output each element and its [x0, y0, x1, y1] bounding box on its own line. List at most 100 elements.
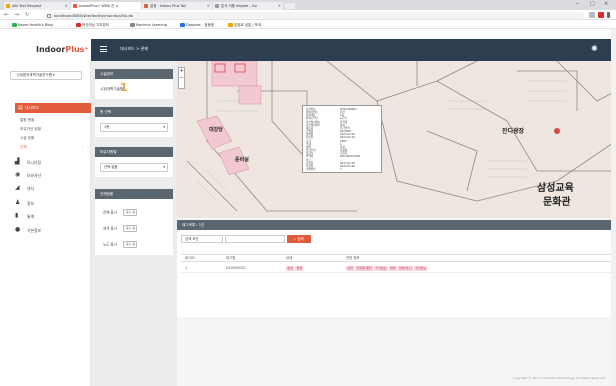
tab-favicon — [144, 4, 148, 8]
status-badge: 정상 — [286, 265, 295, 271]
map-label: 준비실 — [235, 157, 249, 163]
new-tab-button[interactable] — [285, 3, 295, 9]
map-label: 문화관 — [543, 197, 571, 208]
facility-panel: 시설정보 (대)과학기술원 1 — [95, 69, 173, 99]
filter-column: 시설정보 (대)과학기술원 1 층 선택 1층 ▾ 보유자원별 선택 없음 ▾ 관제… — [91, 61, 177, 386]
logo[interactable]: IndoorPlus⁺ — [36, 45, 89, 54]
sidebar-item-dashboard[interactable]: ▤ 대시보드 — [15, 103, 91, 113]
browser-tab-2[interactable]: IndoorPlus+ WMS 관 × — [71, 2, 141, 10]
site-select[interactable]: (대)한국과학기술연구원 ▾ — [10, 71, 82, 80]
toggle-button[interactable]: 표시 중 — [123, 225, 137, 232]
bookmarks-bar: ⋮⋮ Naver Health's Blog 머신러닝 기초강좌 Machine… — [0, 20, 616, 29]
submenu-overview[interactable]: 통합 현황 — [20, 118, 34, 123]
info-value: Y — [340, 167, 342, 171]
submenu-monitor[interactable]: 관제 › — [20, 145, 90, 150]
info-tag[interactable]: 전력계(계열) — [355, 265, 374, 271]
sidebar-item-monitoring[interactable]: ▟ 모니터링 — [15, 158, 41, 166]
close-icon[interactable]: × — [207, 2, 210, 10]
minimize-icon[interactable]: − — [575, 1, 579, 7]
browser-tab-4[interactable]: 분석 이용 degree - Go × — [213, 2, 283, 10]
dropbox-icon — [180, 22, 185, 27]
bookmark-3[interactable]: Machine Learning — [130, 22, 167, 28]
floor-select[interactable]: 1층 ▾ — [100, 123, 168, 132]
breadcrumb: 대시보드 > 관제 — [120, 46, 148, 51]
search-input[interactable] — [225, 235, 285, 243]
info-tag[interactable]: 위치 — [388, 265, 397, 271]
panel-header: 태그목록 : 1건 — [177, 220, 616, 230]
submenu-facility[interactable]: 시설 현황 — [20, 136, 34, 141]
search-button[interactable]: ⌕ 검색 — [287, 235, 311, 243]
sidebar: (대)한국과학기술연구원 ▾ ▤ 대시보드 통합 현황 보유자산 현황 시설 현… — [0, 61, 91, 386]
tag-list-panel: 태그목록 : 1건 검색 조건 ⌕ 검색 태그ID 태그명 상태 관련 정보 1… — [177, 220, 616, 317]
tab-favicon — [6, 4, 10, 8]
maximize-icon[interactable]: □ — [590, 1, 595, 7]
map-marker[interactable] — [554, 128, 560, 134]
lock-icon — [47, 13, 51, 18]
bookmark-2[interactable]: 머신러닝 기초강좌 — [76, 22, 109, 28]
page-scrollbar[interactable] — [611, 29, 616, 386]
sensor-select[interactable]: 선택 없음 ▾ — [100, 163, 168, 172]
menu-icon[interactable] — [607, 12, 610, 18]
toggle-button[interactable]: 표시 중 — [123, 241, 137, 248]
zoom-out-button[interactable]: − — [179, 75, 184, 82]
person-icon: ♟ — [15, 199, 21, 206]
info-value: 2017-03-20 — [340, 164, 356, 168]
info-value: 010-0000-0000 — [340, 155, 361, 159]
search-condition-select[interactable]: 검색 조건 — [181, 235, 223, 243]
close-window-icon[interactable]: × — [604, 1, 608, 7]
cell-status: 정상 운영 — [286, 264, 304, 272]
chevron-down-icon: ▾ — [163, 165, 165, 169]
sidebar-item-sensor[interactable]: ◢ 센서 — [15, 184, 34, 192]
reload-icon[interactable]: ↻ — [25, 12, 29, 18]
toggle-button[interactable]: 표시 중 — [123, 209, 137, 216]
bookmark-1[interactable]: Naver Health's Blog — [12, 22, 53, 28]
zoom-in-button[interactable]: + — [179, 68, 184, 75]
bookmark-icon — [130, 22, 135, 27]
status-badge: 운영 — [295, 265, 304, 271]
bar-icon: ▮ — [15, 212, 19, 219]
sensor-panel: 보유자원별 선택 없음 ▾ — [95, 147, 173, 177]
panel-header: 보유자원별 — [95, 147, 173, 157]
caret-right-icon: › — [82, 145, 84, 149]
status-row: 노드 표시 표시 중 — [103, 241, 137, 248]
status-row: 관제 표시 표시 중 — [103, 209, 137, 216]
info-tag[interactable]: 추가정보 — [374, 265, 388, 271]
browser-tab-3[interactable]: 일정 - Indoor Plus Tail × — [142, 2, 212, 10]
zoom-control: + − — [178, 67, 185, 89]
bookmark-4[interactable]: Dropbox - 정동형 — [180, 22, 214, 28]
column-header: 관련 정보 — [346, 256, 360, 260]
sidebar-item-basic[interactable]: ● 기본정보 — [15, 226, 41, 234]
signal-icon: ◢ — [15, 184, 20, 191]
sidebar-item-assets[interactable]: ◉ 보유자산 — [15, 171, 41, 179]
star-icon[interactable] — [589, 12, 595, 18]
cell-id: 1 — [185, 266, 188, 270]
url-field[interactable]: localhost:8080/site/facility/monitor/lis… — [44, 12, 584, 19]
sidebar-item-stats[interactable]: ▮ 통계 — [15, 212, 34, 220]
tab-favicon — [215, 4, 219, 8]
map-label: 대강당 — [209, 127, 223, 133]
close-icon[interactable]: × — [65, 2, 68, 10]
sidebar-item-info[interactable]: ♟ 정보 — [15, 199, 34, 207]
info-tag[interactable]: 센서(태그) — [397, 265, 414, 271]
top-nav-bar — [91, 39, 616, 61]
back-icon[interactable]: ← — [4, 11, 9, 18]
map-label: 삼성교육 — [537, 183, 574, 194]
browser-tab-1[interactable]: ABI Text Request × — [4, 2, 70, 10]
close-icon[interactable]: × — [278, 2, 281, 10]
info-row: 관제여부 Y — [306, 168, 378, 171]
settings-icon[interactable]: ✺ — [591, 44, 598, 53]
asset-info-popup: 자산번호 D201700001 위치(건물) 본관 위치(층) 1층 위치(구역) A구역 자산… — [302, 105, 382, 173]
table-header: 태그ID 태그명 상태 관련 정보 — [181, 254, 612, 262]
forward-icon[interactable]: → — [14, 11, 19, 18]
map-label: 잔디광장 — [502, 128, 525, 135]
address-bar: ← → ↻ localhost:8080/site/facility/monit… — [0, 10, 616, 20]
bookmark-5[interactable]: 분양로 성일 | 포세 — [228, 22, 261, 28]
info-tag[interactable]: 전력 — [346, 265, 355, 271]
table-row[interactable]: 1 D10000001 정상 운영 전력 전력계(계열) 추가정보 위치 센서(태그) 기타… — [181, 264, 612, 273]
submenu-assets[interactable]: 보유자산 현황 — [20, 127, 41, 132]
hamburger-icon[interactable] — [100, 46, 107, 54]
status-row: 센서 표시 표시 중 — [103, 225, 137, 232]
info-tag[interactable]: 기타정보 — [414, 265, 428, 271]
extension-icon[interactable] — [598, 12, 604, 18]
floor-plan-map[interactable]: 삼성교육 문화관 잔디광장 준비실 대강당 + − 자산번호 D201700001… — [177, 61, 616, 218]
